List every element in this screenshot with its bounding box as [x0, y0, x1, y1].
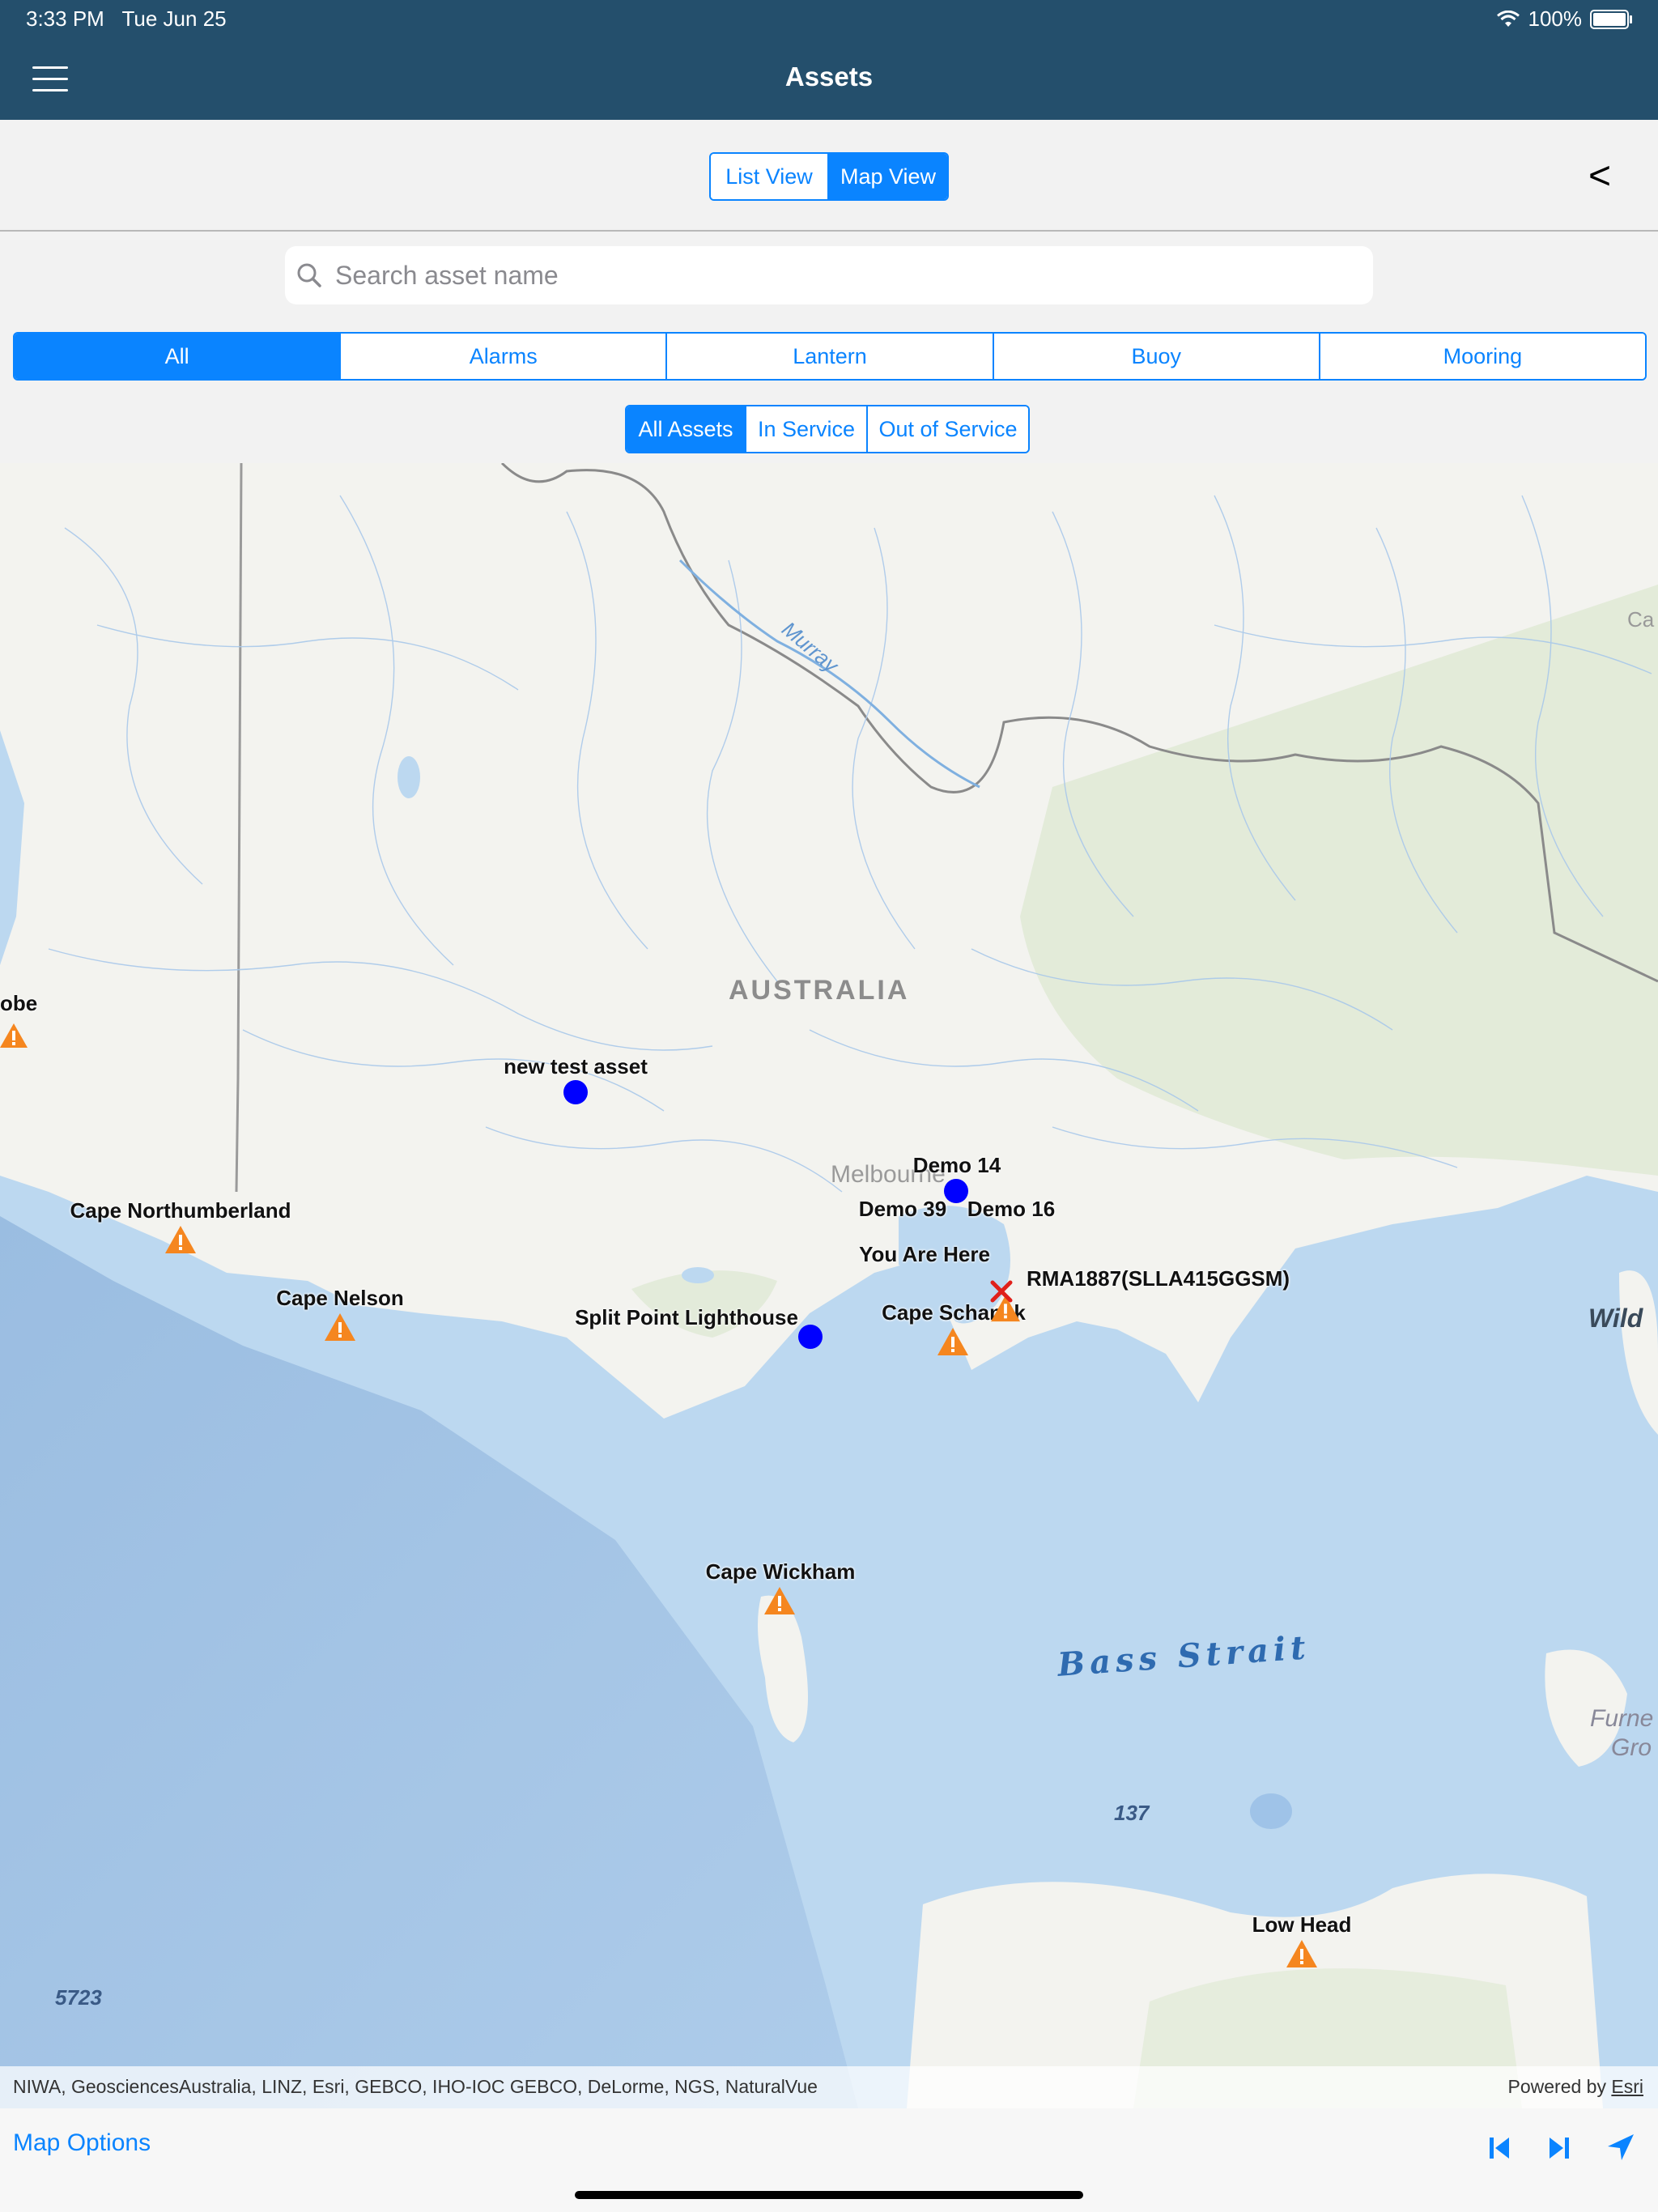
wifi-icon — [1496, 10, 1520, 27]
current-location-cross-icon — [990, 1280, 1013, 1303]
you-are-here-label: You Are Here — [859, 1242, 990, 1266]
map-options-button[interactable]: Map Options — [13, 2129, 151, 2157]
in-service-dot[interactable] — [563, 1080, 588, 1104]
asset-label-demo-14: Demo 14 — [912, 1153, 1001, 1177]
basemap[interactable] — [0, 463, 1658, 2108]
search-bar — [285, 246, 1373, 304]
asset-label-new-test-asset: new test asset — [504, 1054, 648, 1078]
view-toggle-bar: List View Map View < — [0, 120, 1658, 232]
asset-label-rma1887: RMA1887(SLLA415GGSM) — [1027, 1266, 1290, 1291]
page-title: Assets — [784, 62, 874, 91]
previous-icon[interactable] — [1485, 2125, 1514, 2170]
map-label-partial-wild: Wild — [1588, 1304, 1643, 1333]
alarm-warning-icon[interactable] — [0, 1022, 29, 1049]
alarm-warning-icon[interactable] — [1285, 1938, 1319, 1969]
back-button[interactable]: < — [1588, 157, 1611, 196]
map-label-depth-137: 137 — [1114, 1801, 1150, 1825]
battery-percent: 100% — [1528, 6, 1583, 31]
asset-label-demo-39: Demo 39 — [858, 1197, 947, 1221]
asset-label-demo-16: Demo 16 — [967, 1197, 1056, 1221]
map-attribution: NIWA, GeosciencesAustralia, LINZ, Esri, … — [0, 2066, 1658, 2108]
asset-label-split-point-lighthouse: Split Point Lighthouse — [575, 1305, 798, 1329]
asset-label-cape-wickham: Cape Wickham — [705, 1559, 856, 1584]
home-indicator[interactable] — [575, 2191, 1083, 2199]
map-view[interactable]: AUSTRALIA Melbourne Murray Bass Strait 1… — [0, 463, 1658, 2108]
bottom-toolbar: Map Options — [0, 2108, 1658, 2212]
status-filter: All Assets In Service Out of Service — [625, 405, 1030, 453]
filter-out-of-service[interactable]: Out of Service — [866, 406, 1028, 452]
battery-icon — [1590, 9, 1632, 29]
tab-mooring[interactable]: Mooring — [1318, 334, 1645, 379]
map-label-partial-gro: Gro — [1611, 1734, 1652, 1761]
status-bar: 3:33 PM Tue Jun 25 100% — [0, 0, 1658, 39]
map-label-australia: AUSTRALIA — [729, 975, 910, 1006]
asset-label-cape-nelson: Cape Nelson — [276, 1286, 404, 1310]
in-service-dot[interactable] — [944, 1179, 968, 1203]
asset-label-low-head: Low Head — [1252, 1912, 1352, 1937]
alarm-warning-icon[interactable] — [763, 1585, 797, 1616]
status-right: 100% — [1496, 6, 1632, 32]
asset-label-cape-northumberland: Cape Northumberland — [70, 1198, 291, 1223]
filter-all-assets[interactable]: All Assets — [627, 406, 745, 452]
tab-all[interactable]: All — [15, 334, 340, 379]
next-icon[interactable] — [1545, 2125, 1574, 2170]
search-icon — [297, 263, 321, 287]
locate-me-icon[interactable] — [1605, 2125, 1637, 2170]
search-input[interactable] — [334, 259, 1373, 291]
alarm-warning-icon[interactable] — [164, 1224, 198, 1255]
tab-lantern[interactable]: Lantern — [665, 334, 993, 379]
category-tabs: All Alarms Lantern Buoy Mooring — [13, 332, 1647, 381]
map-label-partial-furne: Furne — [1590, 1705, 1654, 1732]
in-service-dot[interactable] — [798, 1325, 823, 1349]
map-view-button[interactable]: Map View — [827, 154, 947, 199]
alarm-warning-icon[interactable] — [323, 1312, 357, 1342]
powered-by: Powered by Esri — [1507, 2076, 1643, 2097]
view-toggle: List View Map View — [709, 152, 949, 201]
map-label-partial-ca: Ca — [1627, 607, 1655, 632]
status-time: 3:33 PM Tue Jun 25 — [26, 6, 227, 31]
esri-link[interactable]: Esri — [1611, 2076, 1643, 2097]
list-view-button[interactable]: List View — [711, 154, 827, 199]
filter-in-service[interactable]: In Service — [745, 406, 866, 452]
map-label-partial-obe: obe — [0, 991, 38, 1015]
tab-buoy[interactable]: Buoy — [992, 334, 1319, 379]
navigation-bar: Assets — [0, 39, 1658, 120]
tab-alarms[interactable]: Alarms — [339, 334, 666, 379]
map-label-depth-5723: 5723 — [55, 1985, 102, 2010]
alarm-warning-icon[interactable] — [936, 1326, 970, 1357]
attribution-sources: NIWA, GeosciencesAustralia, LINZ, Esri, … — [13, 2076, 818, 2097]
